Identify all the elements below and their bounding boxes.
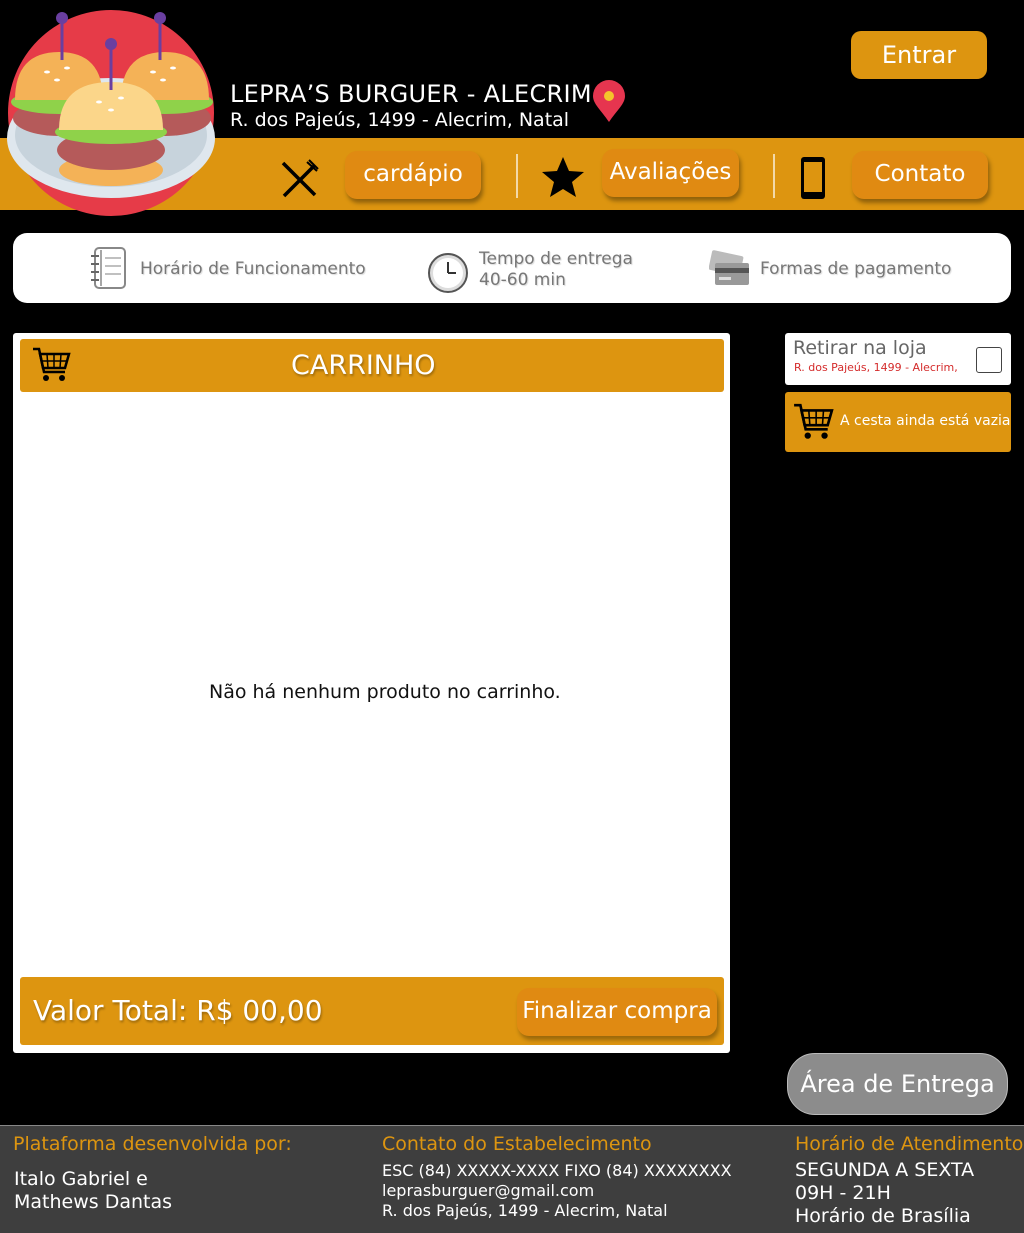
footer-dev-heading: Plataforma desenvolvida por: — [13, 1133, 292, 1155]
reviews-button[interactable]: Avaliações — [602, 149, 739, 197]
checkout-button[interactable]: Finalizar compra — [517, 988, 717, 1036]
footer-contact-heading: Contato do Estabelecimento — [382, 1133, 652, 1155]
nav-divider — [773, 154, 775, 198]
footer-dev-line: Mathews Dantas — [14, 1191, 173, 1213]
delivery-area-button[interactable]: Área de Entrega — [787, 1053, 1008, 1115]
pickup-checkbox[interactable] — [976, 347, 1002, 373]
map-pin-icon[interactable] — [591, 80, 627, 124]
contact-button[interactable]: Contato — [852, 151, 988, 199]
credit-card-icon — [709, 250, 749, 285]
footer-hours-time: 09H - 21H — [795, 1182, 891, 1204]
footer-hours-days: SEGUNDA A SEXTA — [795, 1159, 975, 1181]
payment-label[interactable]: Formas de pagamento — [760, 259, 951, 279]
hours-label[interactable]: Horário de Funcionamento — [140, 259, 366, 279]
footer-contact-address: R. dos Pajeús, 1499 - Alecrim, Natal — [382, 1201, 668, 1220]
menu-button[interactable]: cardápio — [345, 151, 481, 199]
cart-empty-message: Não há nenhum produto no carrinho. — [209, 681, 561, 703]
star-icon — [542, 157, 584, 197]
pickup-address: R. dos Pajeús, 1499 - Alecrim, — [794, 361, 958, 374]
phone-icon — [801, 157, 825, 199]
login-button[interactable]: Entrar — [851, 31, 987, 79]
footer-hours-zone: Horário de Brasília — [795, 1205, 971, 1227]
cart-icon — [33, 347, 71, 381]
nav-divider — [516, 154, 518, 198]
burger-logo[interactable] — [7, 10, 215, 216]
cutlery-icon — [281, 159, 319, 198]
footer-contact-email[interactable]: leprasburguer@gmail.com — [382, 1181, 594, 1200]
restaurant-name: LEPRA’S BURGUER - ALECRIM — [230, 80, 592, 108]
cart-icon — [794, 403, 834, 439]
footer-dev-line: Italo Gabriel e — [14, 1168, 148, 1190]
pickup-label: Retirar na loja — [793, 337, 927, 359]
delivery-time-value: 40-60 min — [479, 270, 566, 290]
footer-contact-phones: ESC (84) XXXXX-XXXX FIXO (84) XXXXXXXX — [382, 1161, 732, 1180]
notebook-icon — [91, 247, 126, 289]
cart-total: Valor Total: R$ 00,00 — [33, 994, 323, 1027]
restaurant-address: R. dos Pajeús, 1499 - Alecrim, Natal — [230, 109, 570, 131]
cart-title: CARRINHO — [291, 350, 436, 381]
footer-hours-heading: Horário de Atendimento — [795, 1133, 1024, 1155]
clock-icon — [428, 253, 468, 293]
basket-empty-text: A cesta ainda está vazia — [840, 413, 1011, 429]
delivery-time-label: Tempo de entrega — [479, 249, 633, 269]
